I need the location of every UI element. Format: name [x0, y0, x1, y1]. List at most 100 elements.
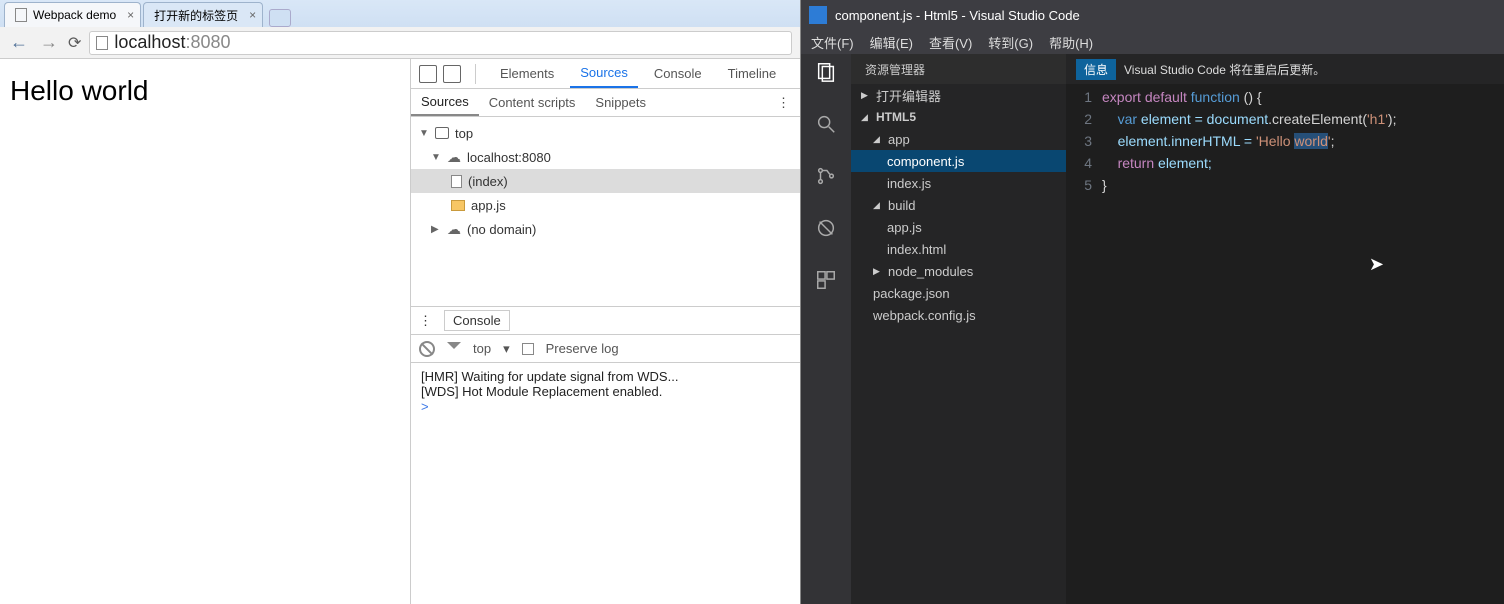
- back-button[interactable]: ←: [8, 32, 30, 53]
- devtools-tab-console[interactable]: Console: [644, 60, 712, 87]
- file-app-js[interactable]: app.js: [851, 216, 1066, 238]
- line-gutter: 12345: [1066, 84, 1102, 604]
- reload-button[interactable]: ⟳: [68, 33, 81, 53]
- url-input[interactable]: localhost:8080: [89, 31, 792, 55]
- more-icon[interactable]: ⋮: [419, 313, 432, 329]
- menu-go[interactable]: 转到(G): [988, 33, 1033, 52]
- chevron-right-icon: ▶: [873, 266, 883, 277]
- close-icon[interactable]: ×: [249, 8, 256, 22]
- info-text: Visual Studio Code 将在重启后更新。: [1124, 61, 1325, 78]
- dropdown-icon[interactable]: ▾: [503, 341, 510, 357]
- folder-label: build: [888, 198, 915, 213]
- node-label: (index): [468, 174, 508, 189]
- folder-label: app: [888, 132, 910, 147]
- page-icon: [15, 8, 27, 22]
- tree-node-domain[interactable]: ▼ ☁ localhost:8080: [411, 145, 800, 169]
- chrome-tab-active[interactable]: Webpack demo ×: [4, 2, 141, 27]
- expand-icon[interactable]: ▶: [431, 224, 441, 235]
- console-drawer-header: ⋮ Console: [411, 307, 800, 335]
- devtools-toolbar: Elements Sources Console Timeline: [411, 59, 800, 89]
- file-index-js[interactable]: index.js: [851, 172, 1066, 194]
- preserve-log-checkbox[interactable]: [522, 343, 534, 355]
- url-port: :8080: [185, 32, 230, 53]
- folder-build[interactable]: ◢ build: [851, 194, 1066, 216]
- explorer-icon[interactable]: [812, 58, 840, 86]
- file-component-js[interactable]: component.js: [851, 150, 1066, 172]
- mouse-cursor-icon: ➤: [1369, 254, 1384, 275]
- console-line: [WDS] Hot Module Replacement enabled.: [421, 384, 790, 399]
- tree-file-appjs[interactable]: app.js: [411, 193, 800, 217]
- close-icon[interactable]: ×: [127, 8, 134, 22]
- file-index-html[interactable]: index.html: [851, 238, 1066, 260]
- window-title: component.js - Html5 - Visual Studio Cod…: [835, 8, 1080, 23]
- tree-node-nodomain[interactable]: ▶ ☁ (no domain): [411, 217, 800, 241]
- vscode-menubar: 文件(F) 编辑(E) 查看(V) 转到(G) 帮助(H): [801, 30, 1504, 54]
- scope-dropdown[interactable]: top: [473, 341, 491, 356]
- debug-icon[interactable]: [812, 214, 840, 242]
- folder-icon: [451, 200, 465, 211]
- search-icon[interactable]: [812, 110, 840, 138]
- frame-icon: [435, 127, 449, 139]
- expand-icon[interactable]: ▼: [431, 152, 441, 163]
- folder-label: node_modules: [888, 264, 973, 279]
- editor-area: 信息 Visual Studio Code 将在重启后更新。 12345 exp…: [1066, 54, 1504, 604]
- file-label: package.json: [873, 286, 950, 301]
- console-filter-bar: top ▾ Preserve log: [411, 335, 800, 363]
- menu-file[interactable]: 文件(F): [811, 33, 854, 52]
- new-tab-button[interactable]: [269, 9, 291, 27]
- devtools-tab-elements[interactable]: Elements: [490, 60, 564, 87]
- chevron-right-icon: ▶: [861, 90, 871, 101]
- tree-file-index[interactable]: (index): [411, 169, 800, 193]
- section-label: 打开编辑器: [876, 86, 941, 105]
- file-label: index.html: [887, 242, 946, 257]
- file-webpack-config[interactable]: webpack.config.js: [851, 304, 1066, 326]
- devtools-tab-timeline[interactable]: Timeline: [718, 60, 787, 87]
- subtab-sources[interactable]: Sources: [411, 89, 479, 116]
- menu-edit[interactable]: 编辑(E): [870, 33, 913, 52]
- file-icon: [451, 175, 462, 188]
- info-badge: 信息: [1076, 59, 1116, 80]
- node-label: localhost:8080: [467, 150, 551, 165]
- console-prompt[interactable]: >: [421, 399, 790, 414]
- separator: [475, 64, 476, 84]
- code-editor[interactable]: 12345 export default function () { var e…: [1066, 84, 1504, 604]
- device-toggle-icon[interactable]: [443, 65, 461, 83]
- page-heading: Hello world: [10, 75, 149, 106]
- explorer-panel: 资源管理器 ▶ 打开编辑器 ◢ HTML5 ◢ app component.js…: [851, 54, 1066, 604]
- filter-icon[interactable]: [447, 342, 461, 356]
- clear-console-icon[interactable]: [419, 341, 435, 357]
- chrome-tab[interactable]: 打开新的标签页 ×: [143, 2, 263, 27]
- page-content: Hello world: [0, 59, 410, 604]
- expand-icon[interactable]: ▼: [419, 128, 429, 139]
- inspect-icon[interactable]: [419, 65, 437, 83]
- console-tab[interactable]: Console: [444, 310, 510, 331]
- code-lines[interactable]: export default function () { var element…: [1102, 84, 1504, 604]
- tab-title: 打开新的标签页: [154, 7, 238, 24]
- subtab-snippets[interactable]: Snippets: [585, 90, 656, 115]
- forward-button[interactable]: →: [38, 32, 60, 53]
- file-package-json[interactable]: package.json: [851, 282, 1066, 304]
- chevron-down-icon: ◢: [873, 200, 883, 211]
- chrome-addressbar: ← → ⟳ localhost:8080: [0, 27, 800, 59]
- folder-node-modules[interactable]: ▶ node_modules: [851, 260, 1066, 282]
- console-line: [HMR] Waiting for update signal from WDS…: [421, 369, 790, 384]
- tree-node-top[interactable]: ▼ top: [411, 121, 800, 145]
- file-label: app.js: [887, 220, 922, 235]
- devtools-tab-sources[interactable]: Sources: [570, 59, 638, 88]
- folder-app[interactable]: ◢ app: [851, 128, 1066, 150]
- extensions-icon[interactable]: [812, 266, 840, 294]
- menu-help[interactable]: 帮助(H): [1049, 33, 1093, 52]
- explorer-header: 资源管理器: [851, 54, 1066, 84]
- vscode-titlebar: component.js - Html5 - Visual Studio Cod…: [801, 0, 1504, 30]
- git-icon[interactable]: [812, 162, 840, 190]
- more-icon[interactable]: ⋮: [777, 95, 800, 111]
- menu-view[interactable]: 查看(V): [929, 33, 972, 52]
- subtab-content-scripts[interactable]: Content scripts: [479, 90, 586, 115]
- devtools-subtabs: Sources Content scripts Snippets ⋮: [411, 89, 800, 117]
- sources-tree: ▼ top ▼ ☁ localhost:8080 (index) app.js: [411, 117, 800, 307]
- node-label: (no domain): [467, 222, 536, 237]
- open-editors-section[interactable]: ▶ 打开编辑器: [851, 84, 1066, 106]
- chrome-body: Hello world Elements Sources Console Tim…: [0, 59, 800, 604]
- console-output: [HMR] Waiting for update signal from WDS…: [411, 363, 800, 420]
- project-section[interactable]: ◢ HTML5: [851, 106, 1066, 128]
